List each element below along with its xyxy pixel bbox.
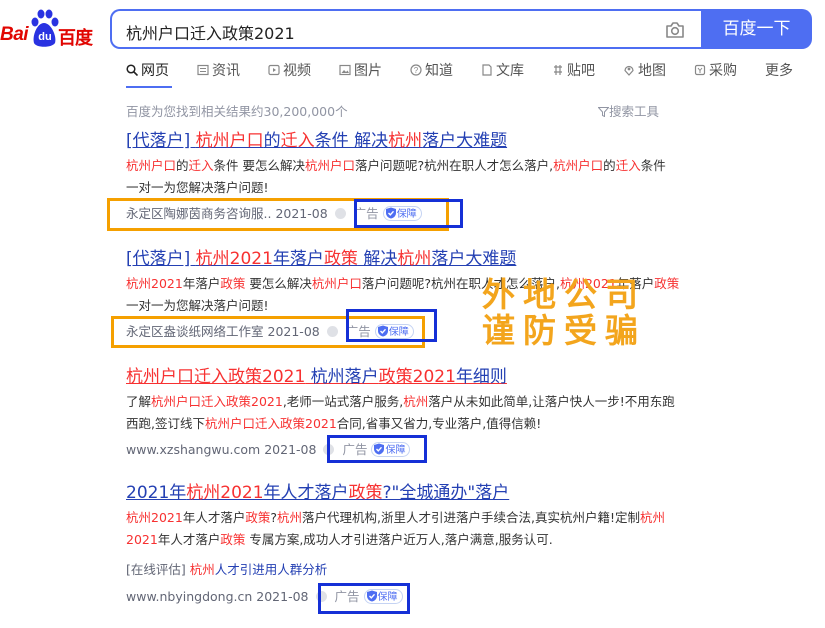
search-icon (126, 64, 138, 76)
source-url[interactable]: www.nbyingdong.cn (126, 589, 252, 604)
warning-text-line2: 谨防受骗 (482, 311, 646, 350)
result-count: 百度为您找到相关结果约30,200,000个 (126, 104, 348, 119)
active-tab-indicator (126, 86, 172, 88)
result-title-link[interactable]: [代落户] 杭州2021年落户政策 解决杭州落户大难题 (126, 248, 686, 270)
tab-label: 地图 (638, 63, 666, 79)
logo-du-text: du (38, 31, 52, 43)
map-icon (624, 65, 634, 76)
news-icon (197, 64, 209, 76)
annotation-blue-box (327, 435, 427, 463)
eval-link[interactable]: [在线评估] 杭州人才引进用人群分析 (126, 559, 686, 578)
svg-text:?: ? (414, 66, 419, 75)
annotation-blue-box (346, 309, 437, 342)
tab-label: 采购 (709, 63, 737, 79)
tab-label: 图片 (354, 63, 382, 79)
tab-label: 更多 (765, 63, 793, 79)
search-query: 杭州户口迁入政策2021 (126, 24, 295, 43)
tab-more[interactable]: 更多 (765, 61, 793, 81)
tab-images[interactable]: 图片 (339, 61, 382, 81)
tab-label: 文库 (496, 63, 524, 79)
tab-wenku[interactable]: 文库 (481, 61, 524, 81)
source-url[interactable]: www.xzshangwu.com (126, 442, 260, 457)
image-icon (339, 64, 351, 76)
tab-label: 知道 (425, 63, 453, 79)
baidu-logo[interactable]: Bai du 百度 (0, 8, 100, 49)
camera-icon[interactable] (664, 20, 686, 40)
tab-tieba[interactable]: 贴吧 (552, 61, 595, 81)
result-title-link[interactable]: 2021年杭州2021年人才落户政策?"全城通办"落户 (126, 482, 686, 504)
annotation-blue-box (354, 199, 463, 228)
question-icon: ? (410, 64, 422, 76)
tab-news[interactable]: 资讯 (197, 61, 240, 81)
document-icon (482, 64, 492, 76)
result-description: 杭州2021年人才落户政策?杭州落户代理机构,浙里人才引进落户手续合法,真实杭州… (126, 510, 665, 547)
tab-zhidao[interactable]: ? 知道 (410, 61, 453, 81)
search-button[interactable]: 百度一下 (701, 9, 812, 49)
tab-label: 资讯 (212, 63, 240, 79)
search-tools-label: 搜索工具 (609, 104, 660, 119)
annotation-blue-box (318, 583, 410, 614)
result-description: 杭州户口的迁入条件 要怎么解决杭州户口落户问题呢?杭州在职人才怎么落户,杭州户口… (126, 158, 666, 195)
result-title-link[interactable]: [代落户] 杭州户口的迁入条件 解决杭州落户大难题 (126, 130, 686, 152)
tab-label: 贴吧 (567, 63, 595, 79)
tab-purchase[interactable]: 采购 (694, 61, 737, 81)
tab-video[interactable]: 视频 (268, 61, 311, 81)
result-description: 了解杭州户口迁入政策2021,老师一站式落户服务,杭州落户从未如此简单,让落户快… (126, 394, 675, 431)
result-date: 2021-08 (256, 589, 309, 604)
purchase-icon (694, 64, 706, 76)
filter-icon (597, 107, 610, 118)
tab-label: 视频 (283, 63, 311, 79)
video-icon (268, 64, 280, 76)
result-date: 2021-08 (264, 442, 317, 457)
search-input[interactable]: 杭州户口迁入政策2021 (110, 9, 702, 49)
logo-cn-text: 百度 (58, 28, 93, 49)
result-title-link[interactable]: 杭州户口迁入政策2021 杭州落户政策2021年细则 (126, 366, 686, 388)
tab-label: 网页 (141, 63, 169, 79)
tab-map[interactable]: 地图 (623, 61, 666, 81)
tab-web[interactable]: 网页 (126, 61, 169, 81)
tieba-icon (554, 65, 562, 75)
search-tools-button[interactable]: 搜索工具 (597, 101, 660, 120)
logo-bai-text: Bai (0, 24, 29, 45)
